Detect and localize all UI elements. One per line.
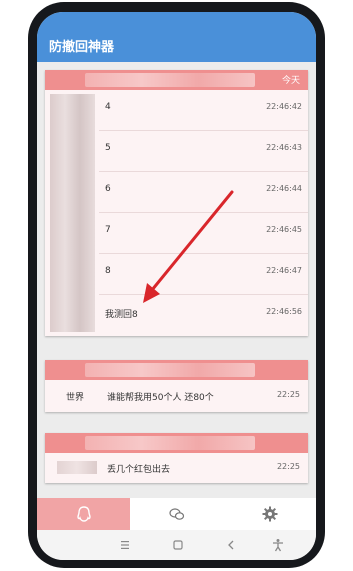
message-row[interactable]: 我测回8 22:46:56 bbox=[99, 295, 308, 335]
message-text: 7 bbox=[105, 225, 111, 235]
chat-card-header bbox=[45, 433, 308, 453]
message-time: 22:46:43 bbox=[266, 143, 302, 152]
chat-card-header: 今天 bbox=[45, 70, 308, 90]
message-text: 谁能帮我用50个人 还80个 bbox=[107, 393, 214, 403]
message-row[interactable]: 4 22:46:42 bbox=[99, 90, 308, 131]
message-time: 22:25 bbox=[276, 390, 300, 399]
message-text: 丢几个红包出去 bbox=[107, 465, 171, 475]
message-text: 我测回8 bbox=[105, 310, 138, 320]
system-nav-bar bbox=[37, 530, 316, 560]
message-sender: 世界 bbox=[65, 393, 84, 403]
message-time: 22:46:44 bbox=[266, 184, 302, 193]
blurred-chat-name bbox=[85, 436, 255, 450]
chat-card[interactable]: 今天 4 22:46:42 5 22:46:43 6 22:46:44 7 22… bbox=[45, 70, 308, 336]
blurred-avatar bbox=[50, 94, 95, 332]
menu-icon[interactable] bbox=[117, 538, 133, 552]
date-label: 今天 bbox=[281, 76, 300, 86]
message-text: 5 bbox=[105, 143, 111, 153]
tab-wechat[interactable] bbox=[130, 498, 223, 530]
message-row[interactable]: 5 22:46:43 bbox=[99, 131, 308, 172]
blurred-sender-name bbox=[57, 461, 97, 474]
tab-qq[interactable] bbox=[37, 498, 130, 530]
blurred-chat-name bbox=[85, 73, 255, 87]
message-time: 22:46:56 bbox=[266, 307, 302, 316]
settings-icon bbox=[262, 506, 278, 522]
blurred-chat-name bbox=[85, 363, 255, 377]
tab-settings[interactable] bbox=[223, 498, 316, 530]
message-time: 22:46:42 bbox=[266, 102, 302, 111]
chat-card[interactable]: 世界 谁能帮我用50个人 还80个 22:25 bbox=[45, 360, 308, 412]
accessibility-icon[interactable] bbox=[270, 538, 286, 552]
chat-card-header bbox=[45, 360, 308, 380]
message-row[interactable]: 世界 谁能帮我用50个人 还80个 22:25 bbox=[45, 381, 308, 411]
app-bar: 防撤回神器 bbox=[37, 12, 316, 62]
chat-card[interactable]: 丢几个红包出去 22:25 bbox=[45, 433, 308, 483]
message-row[interactable]: 丢几个红包出去 22:25 bbox=[45, 453, 308, 483]
message-time: 22:46:45 bbox=[266, 225, 302, 234]
wechat-icon bbox=[169, 508, 185, 520]
message-text: 6 bbox=[105, 184, 111, 194]
home-icon[interactable] bbox=[170, 538, 186, 552]
bottom-nav bbox=[37, 498, 316, 530]
message-row[interactable]: 7 22:46:45 bbox=[99, 213, 308, 254]
message-time: 22:25 bbox=[276, 462, 300, 471]
message-row[interactable]: 6 22:46:44 bbox=[99, 172, 308, 213]
qq-icon bbox=[77, 506, 91, 522]
screen: 防撤回神器 今天 4 22:46:42 5 22:46:43 6 22:46:4… bbox=[37, 12, 316, 560]
app-title: 防撤回神器 bbox=[49, 40, 115, 55]
message-text: 8 bbox=[105, 266, 111, 276]
back-icon[interactable] bbox=[223, 538, 239, 552]
message-time: 22:46:47 bbox=[266, 266, 302, 275]
message-row[interactable]: 8 22:46:47 bbox=[99, 254, 308, 295]
message-text: 4 bbox=[105, 102, 111, 112]
